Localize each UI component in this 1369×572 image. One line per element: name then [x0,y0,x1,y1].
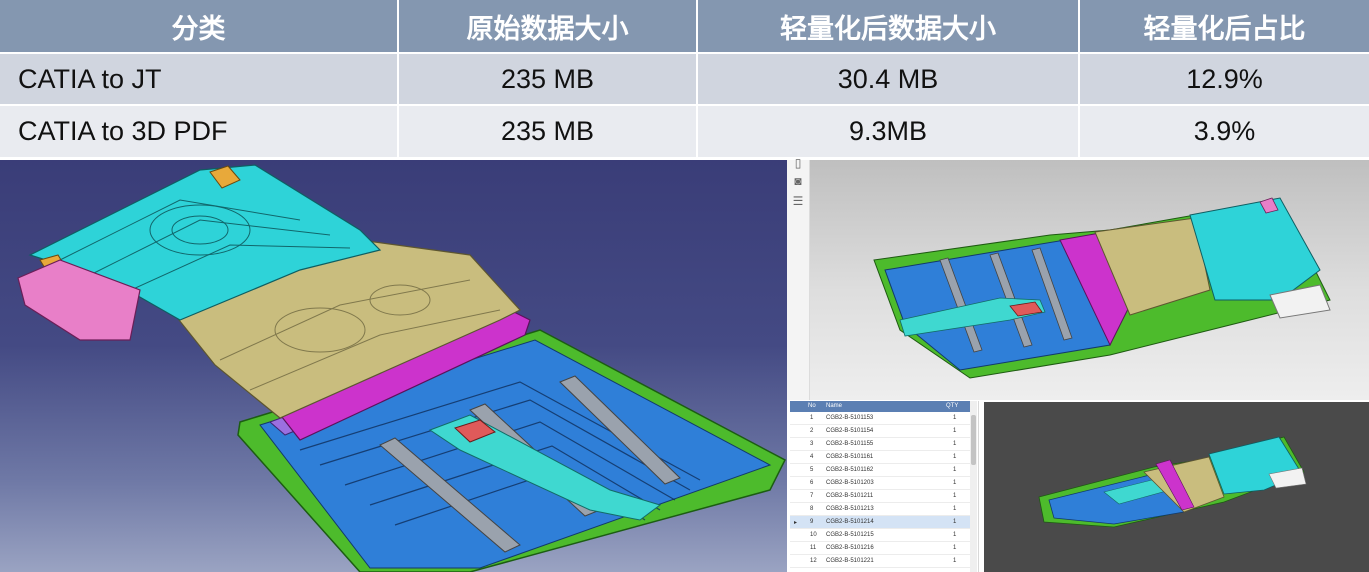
list-item-no: 9 [810,519,814,525]
list-item-no: 10 [810,532,817,538]
list-item-no: 1 [810,415,814,421]
list-item-name: CGB2-B-5101153 [826,415,874,421]
list-item-no: 5 [810,467,814,473]
cell-lightweight-ratio: 12.9% [1186,63,1263,94]
catia-viewport[interactable] [0,160,787,572]
list-icon[interactable]: ☰ [791,194,805,208]
lightweight-3d-viewer[interactable] [810,160,1369,400]
list-item-name: CGB2-B-5101221 [826,558,874,564]
list-item-name: CGB2-B-5101211 [826,493,874,499]
list-item-no: 8 [810,506,814,512]
column-divider [397,0,399,158]
list-item-name: CGB2-B-5101215 [826,532,874,538]
list-item-no: 3 [810,441,814,447]
list-item-qty: 1 [953,545,957,551]
header-original-size: 原始数据大小 [466,13,629,45]
cell-original-size: 235 MB [500,116,595,146]
list-item-no: 11 [810,545,817,551]
floor-assembly-render [17,164,786,572]
column-name: Name [826,403,843,409]
list-item-name: CGB2-B-5101216 [826,545,874,551]
camera-icon[interactable]: ◙ [791,174,805,188]
list-item-name: CGB2-B-5101161 [826,454,874,460]
parts-list-scrollbar[interactable] [970,401,977,572]
list-item-name: CGB2-B-5101162 [826,467,874,473]
floor-assembly-lightweight-render [873,197,1331,379]
comparison-table: 分类 原始数据大小 轻量化后数据大小 轻量化后占比 CATIA to JT 23… [0,0,1369,158]
list-item-qty: 1 [953,441,957,447]
cell-lightweight-ratio: 3.9% [1193,116,1256,146]
cell-lightweight-size: 30.4 MB [837,63,939,94]
header-lightweight-ratio: 轻量化后占比 [1143,13,1306,45]
list-item-qty: 1 [953,428,957,434]
parts-list-panel: No Name QTY 1 CGB2-B-5101153 1 2 CGB2-B-5101… [790,401,979,572]
document-icon[interactable]: ▯ [791,156,805,170]
cell-lightweight-size: 9.3MB [848,116,928,146]
scrollbar-thumb[interactable] [971,415,976,465]
list-item-name: CGB2-B-5101213 [826,506,874,512]
table-row: CATIA to JT 235 MB 30.4 MB 12.9% [0,54,1369,104]
list-item-name: CGB2-B-5101155 [826,441,874,447]
viewer-side-toolbar: ▯ ◙ ☰ [787,156,810,400]
header-lightweight-size: 轻量化后数据大小 [780,13,996,45]
column-qty: QTY [946,403,959,409]
list-item-qty: 1 [953,506,957,512]
list-item-name: CGB2-B-5101214 [826,519,874,525]
selected-row-marker-icon: ▸ [794,520,798,526]
list-item[interactable]: 5 CGB2-B-5101162 1 [790,464,970,477]
list-item-qty: 1 [953,493,957,499]
list-item[interactable]: 10 CGB2-B-5101215 1 [790,529,970,542]
cell-original-size: 235 MB [500,63,595,94]
list-item[interactable]: ▸ 9 CGB2-B-5101214 1 [790,516,970,529]
table-header-row: 分类 原始数据大小 轻量化后数据大小 轻量化后占比 [0,0,1369,52]
list-item-no: 12 [810,558,817,564]
list-item-name: CGB2-B-5101203 [826,480,874,486]
list-item[interactable]: 4 CGB2-B-5101161 1 [790,451,970,464]
list-item-no: 2 [810,428,814,434]
list-item[interactable]: 2 CGB2-B-5101154 1 [790,425,970,438]
floor-assembly-dark-render [1038,436,1307,528]
list-item[interactable]: 7 CGB2-B-5101211 1 [790,490,970,503]
list-item[interactable]: 6 CGB2-B-5101203 1 [790,477,970,490]
list-item-qty: 1 [953,532,957,538]
list-item[interactable]: 3 CGB2-B-5101155 1 [790,438,970,451]
list-item-qty: 1 [953,454,957,460]
column-divider [696,0,698,158]
list-item-no: 7 [810,493,814,499]
list-item[interactable]: 12 CGB2-B-5101221 1 [790,555,970,568]
list-item[interactable]: 1 CGB2-B-5101153 1 [790,412,970,425]
list-item-name: CGB2-B-5101154 [826,428,874,434]
list-item-qty: 1 [953,519,957,525]
list-item[interactable]: 8 CGB2-B-5101213 1 [790,503,970,516]
list-item-qty: 1 [953,467,957,473]
cell-category: CATIA to 3D PDF [18,116,228,146]
list-item-no: 6 [810,480,814,486]
list-item[interactable]: 11 CGB2-B-5101216 1 [790,542,970,555]
cell-category: CATIA to JT [18,63,162,94]
dark-3d-viewport[interactable] [984,402,1369,572]
parts-list-header: No Name QTY [790,401,970,412]
list-item-qty: 1 [953,558,957,564]
column-divider [1078,0,1080,158]
column-no: No [808,403,816,409]
list-item-qty: 1 [953,415,957,421]
table-row: CATIA to 3D PDF 235 MB 9.3MB 3.9% [0,106,1369,157]
list-item-no: 4 [810,454,814,460]
list-item-qty: 1 [953,480,957,486]
header-category: 分类 [171,13,226,45]
